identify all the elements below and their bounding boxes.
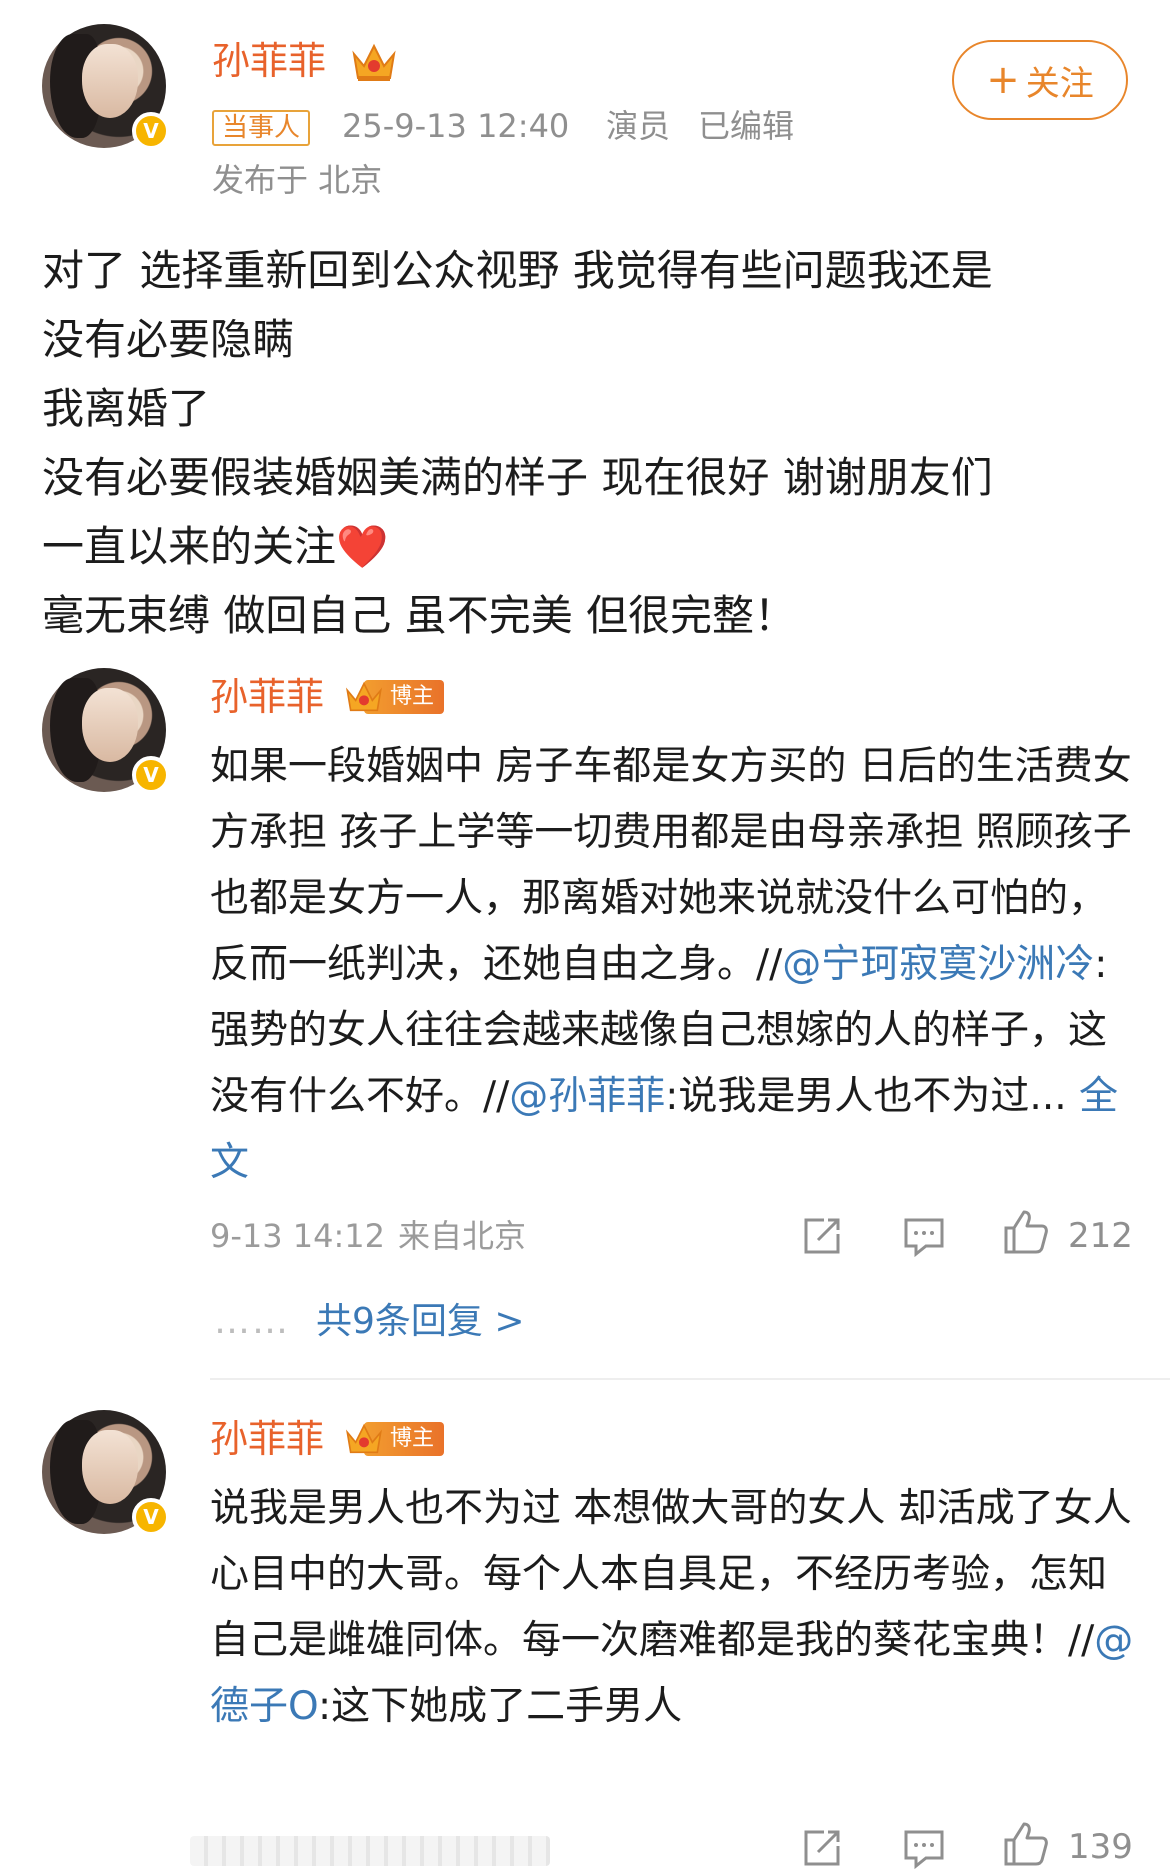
avatar-face [82,1430,138,1504]
follow-label: 关注 [1025,63,1094,104]
comment-text: 如果一段婚姻中 房子车都是女方买的 日后的生活费女方承担 孩子上学等一切费用都是… [210,734,1140,1196]
comment-text-part: 说我是男人也不为过 本想做大哥的女人 却活成了女人心目中的大哥。每个人本自具足，… [210,1486,1132,1663]
comment-icon[interactable] [902,1826,946,1870]
dots-decoration: …… [214,1301,290,1342]
crown-icon [352,43,396,81]
post-line: 我离婚了 [42,384,211,433]
post-line: 对了 选择重新回到公众视野 我觉得有些问题我还是 [42,246,993,295]
post-time: 25-9-13 12:40 [342,107,570,145]
comment-author-name[interactable]: 孙菲菲 [210,678,324,716]
comment-avatar[interactable]: V [42,668,170,794]
plus-icon: + [986,57,1020,103]
verified-badge-icon: V [132,756,170,794]
mention-link[interactable]: @孙菲菲 [509,1074,665,1119]
post-line: 毫无束缚 做回自己 虽不完美 但很完整！ [42,591,797,640]
verified-badge-icon: V [132,112,170,150]
post-line: 没有必要隐瞒 [42,315,295,364]
post-line: 没有必要假装婚姻美满的样子 现在很好 谢谢朋友们 [42,453,993,502]
comment-icon[interactable] [902,1214,946,1258]
like-icon[interactable] [1002,1208,1050,1256]
like-count: 212 [1068,1216,1133,1256]
replies-label: 共9条回复 > [316,1301,525,1342]
mention-link[interactable]: @宁珂寂寞沙洲冷 [782,942,1094,987]
divider [210,1378,1170,1380]
obscured-meta [190,1836,550,1866]
avatar-face [82,688,138,762]
like-count: 139 [1068,1827,1133,1867]
verified-badge-icon: V [132,1498,170,1536]
comment-text-part: :这下她成了二手男人 [318,1684,683,1729]
repost-icon[interactable] [800,1826,844,1870]
comment-avatar[interactable]: V [42,1410,170,1536]
avatar-face [82,44,138,118]
like-icon[interactable] [1002,1820,1050,1868]
comment-time: 9-13 14:12 [210,1217,386,1255]
comment-author-name[interactable]: 孙菲菲 [210,1420,324,1458]
comment-text-part: :说我是男人也不为过... [665,1074,1080,1119]
post-line: 一直以来的关注❤️ [42,522,389,571]
view-replies-link[interactable]: …… 共9条回复 > [214,1304,525,1340]
post-author-name[interactable]: 孙菲菲 [212,42,326,80]
post-edited: 已编辑 [698,107,795,145]
post-role: 演员 [606,107,671,145]
comment-source: 来自北京 [398,1217,527,1255]
crown-icon [346,1423,382,1454]
blogger-badge: 博主 [344,677,445,717]
post-body: 对了 选择重新回到公众视野 我觉得有些问题我还是 没有必要隐瞒 我离婚了 没有必… [42,236,1142,650]
follow-button[interactable]: + 关注 [952,40,1128,120]
repost-icon[interactable] [800,1214,844,1258]
crown-icon [346,681,382,712]
post-author-avatar[interactable]: V [42,24,170,150]
post-location: 发布于 北京 [212,161,383,199]
blogger-badge: 博主 [344,1419,445,1459]
party-tag: 当事人 [212,110,311,146]
comment-text: 说我是男人也不为过 本想做大哥的女人 却活成了女人心目中的大哥。每个人本自具足，… [210,1476,1140,1740]
